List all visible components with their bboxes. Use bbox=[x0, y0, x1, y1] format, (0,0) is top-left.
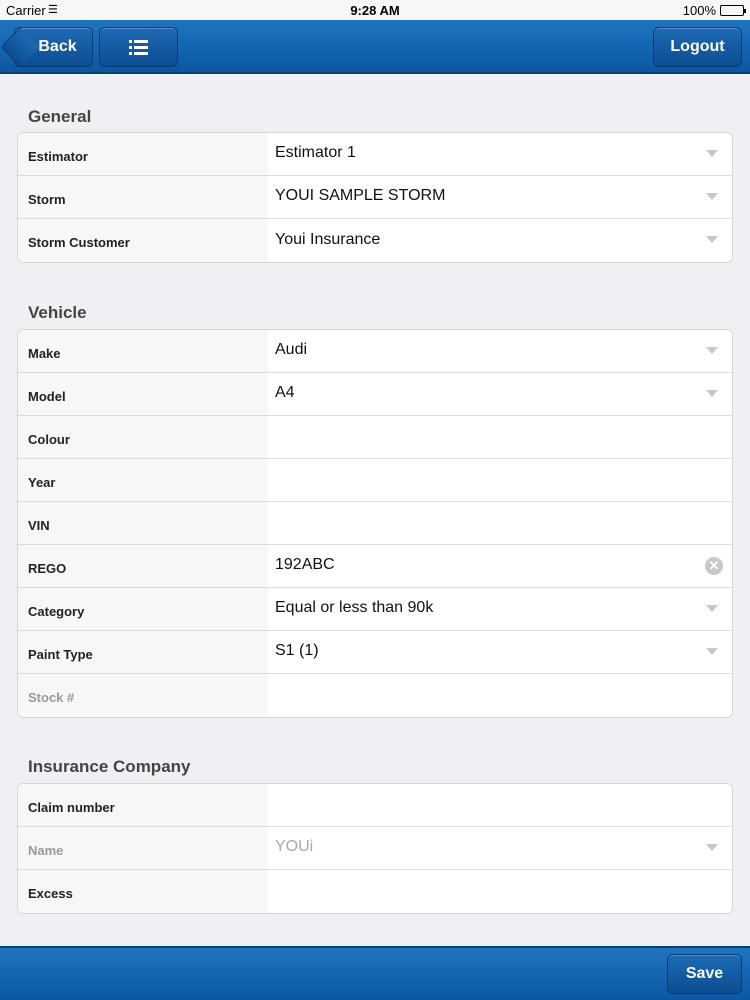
row-label: Storm Customer bbox=[18, 219, 268, 262]
rego-row[interactable]: REGO 192ABC ✕ bbox=[18, 545, 732, 588]
battery-icon bbox=[720, 5, 746, 16]
logout-button[interactable]: Logout bbox=[653, 27, 742, 67]
row-label: Claim number bbox=[18, 784, 268, 826]
vin-field[interactable] bbox=[268, 502, 732, 544]
chevron-down-icon bbox=[706, 648, 718, 655]
model-row[interactable]: Model A4 bbox=[18, 373, 732, 416]
insurer-name-select: YOUi bbox=[268, 827, 732, 869]
row-label: Year bbox=[18, 459, 268, 501]
clock: 9:28 AM bbox=[350, 3, 400, 18]
row-value: A4 bbox=[275, 384, 295, 401]
row-label: VIN bbox=[18, 502, 268, 544]
row-label: Paint Type bbox=[18, 631, 268, 673]
row-label: Colour bbox=[18, 416, 268, 458]
row-value: 192ABC bbox=[275, 556, 335, 573]
insurance-group: Claim number Name YOUi Excess bbox=[17, 783, 733, 914]
row-value: Audi bbox=[275, 341, 308, 358]
row-label: Make bbox=[18, 330, 268, 372]
category-row[interactable]: Category Equal or less than 90k bbox=[18, 588, 732, 631]
row-label: Excess bbox=[18, 870, 268, 913]
year-field[interactable] bbox=[268, 459, 732, 501]
chevron-down-icon bbox=[706, 193, 718, 200]
form-content: General Estimator Estimator 1 Storm YOUI… bbox=[0, 76, 750, 946]
chevron-down-icon bbox=[706, 347, 718, 354]
back-button-label: Back bbox=[38, 38, 77, 55]
paint-type-row[interactable]: Paint Type S1 (1) bbox=[18, 631, 732, 674]
chevron-down-icon bbox=[706, 844, 718, 851]
year-row[interactable]: Year bbox=[18, 459, 732, 502]
status-bar: Carrier ☰ 9:28 AM 100% bbox=[0, 0, 750, 20]
list-icon bbox=[129, 39, 148, 55]
chevron-down-icon bbox=[706, 150, 718, 157]
make-select[interactable]: Audi bbox=[268, 330, 732, 372]
row-value: YOUI SAMPLE STORM bbox=[275, 187, 446, 204]
menu-button[interactable] bbox=[99, 27, 178, 67]
excess-field[interactable] bbox=[268, 870, 732, 913]
row-label: REGO bbox=[18, 545, 268, 587]
chevron-down-icon bbox=[706, 605, 718, 612]
storm-customer-row[interactable]: Storm Customer Youi Insurance bbox=[18, 219, 732, 262]
row-value: S1 (1) bbox=[275, 642, 319, 659]
clear-icon[interactable]: ✕ bbox=[705, 557, 723, 575]
row-label: Category bbox=[18, 588, 268, 630]
back-arrow-icon bbox=[0, 27, 40, 67]
model-select[interactable]: A4 bbox=[268, 373, 732, 415]
row-value: Estimator 1 bbox=[275, 144, 356, 161]
general-group: Estimator Estimator 1 Storm YOUI SAMPLE … bbox=[17, 132, 733, 263]
save-button[interactable]: Save bbox=[667, 954, 742, 994]
colour-field[interactable] bbox=[268, 416, 732, 458]
stock-field bbox=[268, 674, 732, 717]
back-button[interactable]: Back bbox=[0, 27, 93, 67]
row-label: Storm bbox=[18, 176, 268, 218]
storm-customer-select[interactable]: Youi Insurance bbox=[268, 219, 732, 262]
estimator-select[interactable]: Estimator 1 bbox=[268, 133, 732, 175]
battery-percentage: 100% bbox=[682, 3, 716, 18]
storm-row[interactable]: Storm YOUI SAMPLE STORM bbox=[18, 176, 732, 219]
claim-number-row[interactable]: Claim number bbox=[18, 784, 732, 827]
vin-row[interactable]: VIN bbox=[18, 502, 732, 545]
chevron-down-icon bbox=[706, 390, 718, 397]
row-label: Stock # bbox=[18, 674, 268, 717]
storm-select[interactable]: YOUI SAMPLE STORM bbox=[268, 176, 732, 218]
section-title-insurance: Insurance Company bbox=[28, 757, 191, 776]
estimator-row[interactable]: Estimator Estimator 1 bbox=[18, 133, 732, 176]
colour-row[interactable]: Colour bbox=[18, 416, 732, 459]
make-row[interactable]: Make Audi bbox=[18, 330, 732, 373]
stock-row: Stock # bbox=[18, 674, 732, 717]
row-label: Model bbox=[18, 373, 268, 415]
section-title-general: General bbox=[28, 107, 92, 126]
row-value: Equal or less than 90k bbox=[275, 599, 434, 616]
row-label: Estimator bbox=[18, 133, 268, 175]
claim-number-field[interactable] bbox=[268, 784, 732, 826]
excess-row[interactable]: Excess bbox=[18, 870, 732, 913]
paint-type-select[interactable]: S1 (1) bbox=[268, 631, 732, 673]
chevron-down-icon bbox=[706, 236, 718, 243]
row-value: YOUi bbox=[275, 838, 314, 855]
bottom-toolbar: Save bbox=[0, 946, 750, 1000]
row-label: Name bbox=[18, 827, 268, 869]
vehicle-group: Make Audi Model A4 Colour Year VIN REGO … bbox=[17, 329, 733, 718]
category-select[interactable]: Equal or less than 90k bbox=[268, 588, 732, 630]
top-nav-bar: Back Logout bbox=[0, 20, 750, 74]
rego-field[interactable]: 192ABC ✕ bbox=[268, 545, 732, 587]
row-value: Youi Insurance bbox=[275, 230, 381, 248]
insurer-name-row: Name YOUi bbox=[18, 827, 732, 870]
section-title-vehicle: Vehicle bbox=[28, 303, 87, 322]
